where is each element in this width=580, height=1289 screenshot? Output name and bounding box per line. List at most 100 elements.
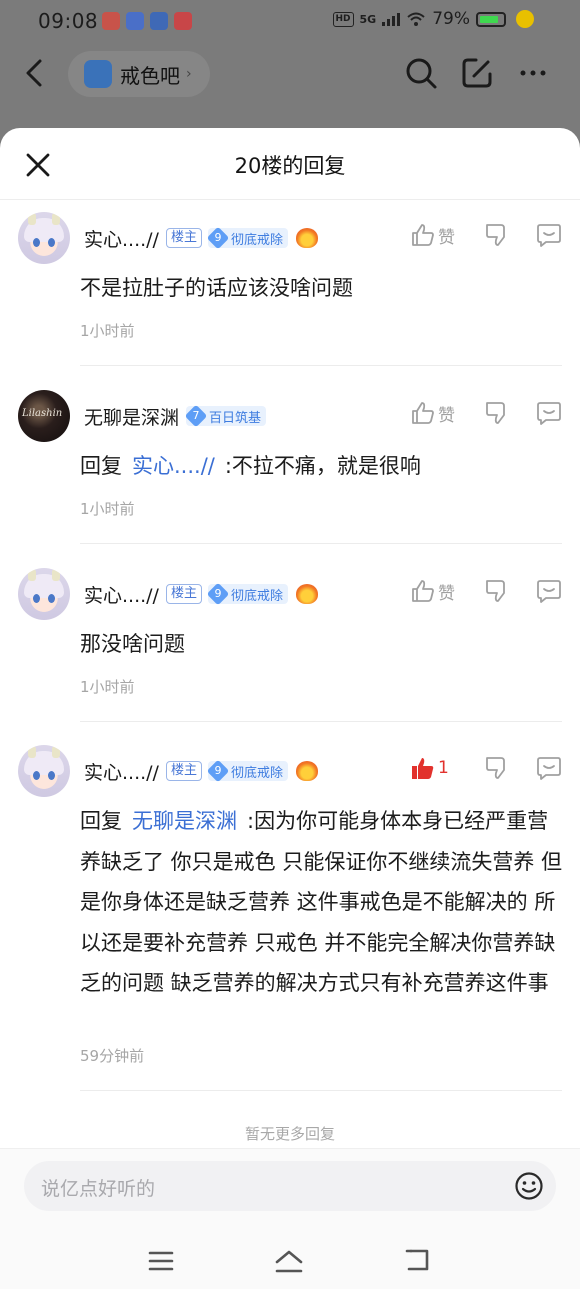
reply-button[interactable] [536, 400, 562, 426]
battery-icon [476, 11, 506, 27]
thumbs-down-icon [486, 757, 505, 779]
reply-sheet: 20楼的回复 实心....// 楼主 9 彻底戒除 赞 不是拉肚子的话应该没啥问题… [0, 128, 580, 1289]
comment-time: 1小时前 [80, 678, 135, 696]
status-time: 09:08 [38, 9, 99, 33]
sheet-title: 20楼的回复 [234, 154, 346, 178]
background-page: 09:08 HD 5G 79% 戒色吧 › [0, 0, 580, 140]
thumbs-down-icon [486, 224, 505, 246]
charging-icon [516, 10, 534, 28]
level-name: 彻底戒除 [230, 232, 283, 248]
signal-icon [382, 13, 401, 26]
like-label: 赞 [438, 583, 455, 604]
thumbs-up-filled-icon [412, 758, 434, 779]
wifi-icon [407, 12, 425, 26]
reply-button[interactable] [536, 578, 562, 604]
comment-text: 回复 实心....//:不拉不痛，就是很响 [80, 446, 564, 487]
more-icon[interactable] [516, 56, 550, 90]
search-icon[interactable] [404, 56, 438, 90]
owner-tag: 楼主 [165, 228, 202, 248]
comment-text: 回复 无聊是深渊:因为你可能身体本身已经严重营养缺乏了 你只是戒色 只能保证你不继… [80, 801, 564, 1004]
sheet-header: 20楼的回复 [0, 128, 580, 200]
avatar[interactable] [18, 745, 70, 797]
fire-badge-icon [296, 228, 318, 248]
forum-header: 戒色吧 › [0, 46, 580, 102]
username[interactable]: 实心....// [84, 225, 159, 252]
avatar[interactable] [18, 212, 70, 264]
input-placeholder: 说亿点好听的 [41, 1178, 156, 1200]
back-nav-icon[interactable] [403, 1247, 433, 1275]
comment-time: 1小时前 [80, 322, 135, 340]
hd-icon: HD [332, 11, 354, 27]
level-number: 9 [214, 587, 222, 600]
level-number: 7 [192, 409, 200, 422]
comment-text: 不是拉肚子的话应该没啥问题 [80, 276, 353, 300]
avatar[interactable] [18, 568, 70, 620]
username[interactable]: 实心....// [84, 581, 159, 608]
like-label: 赞 [438, 227, 455, 248]
notification-app-icon [102, 12, 120, 30]
comment-time: 1小时前 [80, 500, 135, 518]
like-button[interactable]: 赞 [410, 400, 458, 426]
forum-link[interactable]: 戒色吧 › [68, 51, 210, 97]
username[interactable]: 无聊是深渊 [84, 403, 179, 430]
edit-icon[interactable] [460, 56, 494, 90]
comment-icon [537, 580, 561, 603]
dislike-button[interactable] [484, 755, 510, 781]
notification-app-icon [150, 12, 168, 30]
network-label: 5G [359, 12, 377, 26]
no-more-replies: 暂无更多回复 [244, 1125, 335, 1143]
forum-logo [84, 60, 112, 88]
input-bar: 说亿点好听的 [0, 1148, 580, 1289]
comment-icon [537, 757, 561, 780]
like-button[interactable]: 赞 [410, 578, 458, 604]
reply-prefix: 回复 [80, 454, 122, 478]
notification-app-icon [174, 12, 192, 30]
owner-tag: 楼主 [165, 761, 202, 781]
level-badge: 9 彻底戒除 [207, 228, 288, 248]
thumbs-up-icon [412, 224, 434, 246]
back-arrow-icon[interactable] [22, 58, 48, 88]
reply-target-link[interactable]: 实心....// [132, 454, 215, 478]
system-nav-bar [0, 1239, 580, 1279]
status-bar: 09:08 HD 5G 79% [0, 0, 580, 44]
divider [80, 543, 562, 544]
avatar[interactable]: Lilashin [18, 390, 70, 442]
level-badge: 9 彻底戒除 [207, 761, 288, 781]
comment-time: 59分钟前 [80, 1047, 145, 1065]
reply-input[interactable]: 说亿点好听的 [24, 1161, 556, 1211]
battery-percent: 79% [432, 9, 470, 29]
reply-body: :因为你可能身体本身已经严重营养缺乏了 你只是戒色 只能保证你不继续流失营养 但… [80, 809, 563, 995]
menu-icon[interactable] [146, 1247, 176, 1275]
thumbs-up-icon [412, 402, 434, 424]
level-badge: 9 彻底戒除 [207, 584, 288, 604]
reply-target-link[interactable]: 无聊是深渊 [132, 809, 237, 833]
reply-button[interactable] [536, 755, 562, 781]
thumbs-up-icon [412, 580, 434, 602]
dislike-button[interactable] [484, 222, 510, 248]
reply-prefix: 回复 [80, 809, 122, 833]
comment-icon [537, 402, 561, 425]
divider [80, 721, 562, 722]
level-name: 百日筑基 [209, 410, 262, 426]
comment-icon [537, 224, 561, 247]
dislike-button[interactable] [484, 400, 510, 426]
like-button[interactable]: 1 [410, 755, 458, 781]
thumbs-down-icon [486, 580, 505, 602]
chevron-right-icon: › [186, 66, 192, 82]
forum-name: 戒色吧 [120, 63, 180, 88]
like-button[interactable]: 赞 [410, 222, 458, 248]
fire-badge-icon [296, 584, 318, 604]
username[interactable]: 实心....// [84, 758, 159, 785]
divider [80, 365, 562, 366]
dislike-button[interactable] [484, 578, 510, 604]
home-icon[interactable] [274, 1247, 304, 1275]
level-name: 彻底戒除 [230, 588, 283, 604]
thumbs-down-icon [486, 402, 505, 424]
level-name: 彻底戒除 [230, 765, 283, 781]
reply-button[interactable] [536, 222, 562, 248]
status-indicators: HD 5G 79% [332, 9, 534, 29]
emoji-icon[interactable] [514, 1171, 544, 1201]
like-count: 1 [438, 758, 449, 778]
owner-tag: 楼主 [165, 584, 202, 604]
fire-badge-icon [296, 761, 318, 781]
